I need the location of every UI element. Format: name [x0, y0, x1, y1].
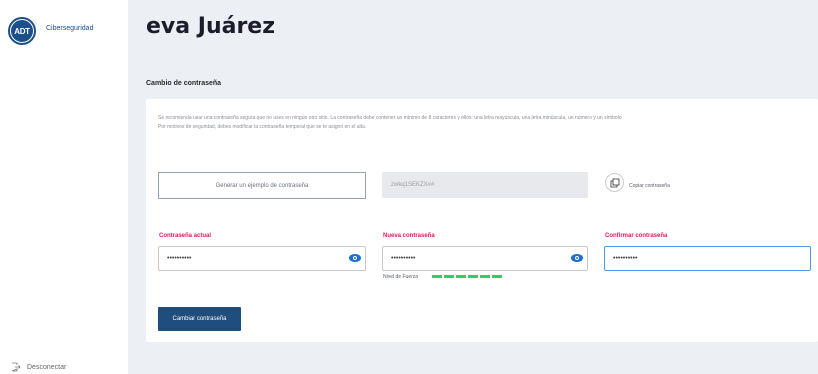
strength-segment	[456, 275, 466, 278]
strength-label: Nivel de Fuerza	[383, 274, 419, 280]
strength-segment	[492, 275, 502, 278]
strength-segment	[468, 275, 478, 278]
strength-segment	[444, 275, 454, 278]
description-line-2: Por motivos de seguridad, debes modifica…	[158, 124, 367, 130]
example-password-field[interactable]: zwkq1SEKZX##	[382, 172, 588, 198]
confirm-password-label: Confirmar contraseña	[605, 233, 668, 239]
section-title: Cambio de contraseña	[146, 80, 222, 87]
strength-segment	[480, 275, 490, 278]
current-password-input[interactable]: ••••••••••	[158, 246, 366, 271]
password-card	[146, 99, 818, 342]
new-password-input[interactable]: ••••••••••	[382, 246, 588, 271]
brand-label[interactable]: Ciberseguridad	[46, 25, 93, 32]
logout-link[interactable]: Desconectar	[11, 362, 66, 372]
strength-meter	[432, 275, 502, 278]
description-line-1: Se recomienda usar una contraseña segura…	[158, 115, 622, 121]
logo-text: ADT	[10, 19, 34, 43]
strength-segment	[432, 275, 442, 278]
password-description: Se recomienda usar una contraseña segura…	[158, 114, 798, 132]
adt-logo[interactable]: ADT	[8, 17, 36, 45]
logout-icon	[11, 362, 21, 372]
copy-password-button[interactable]	[605, 173, 624, 192]
eye-icon[interactable]	[349, 254, 361, 262]
confirm-password-input[interactable]: ••••••••••	[604, 246, 811, 271]
generate-password-button[interactable]: Generar un ejemplo de contraseña	[158, 172, 366, 199]
copy-password-label[interactable]: Copiar contraseña	[629, 183, 670, 189]
page-title: eva Juárez	[146, 14, 276, 39]
change-password-button[interactable]: Cambiar contraseña	[158, 307, 241, 331]
current-password-label: Contraseña actual	[159, 233, 212, 239]
eye-icon[interactable]	[571, 254, 583, 262]
new-password-label: Nueva contraseña	[383, 233, 435, 239]
sidebar: ADT Ciberseguridad Desconectar	[0, 0, 128, 374]
copy-icon	[610, 178, 619, 187]
logout-label: Desconectar	[27, 363, 67, 371]
